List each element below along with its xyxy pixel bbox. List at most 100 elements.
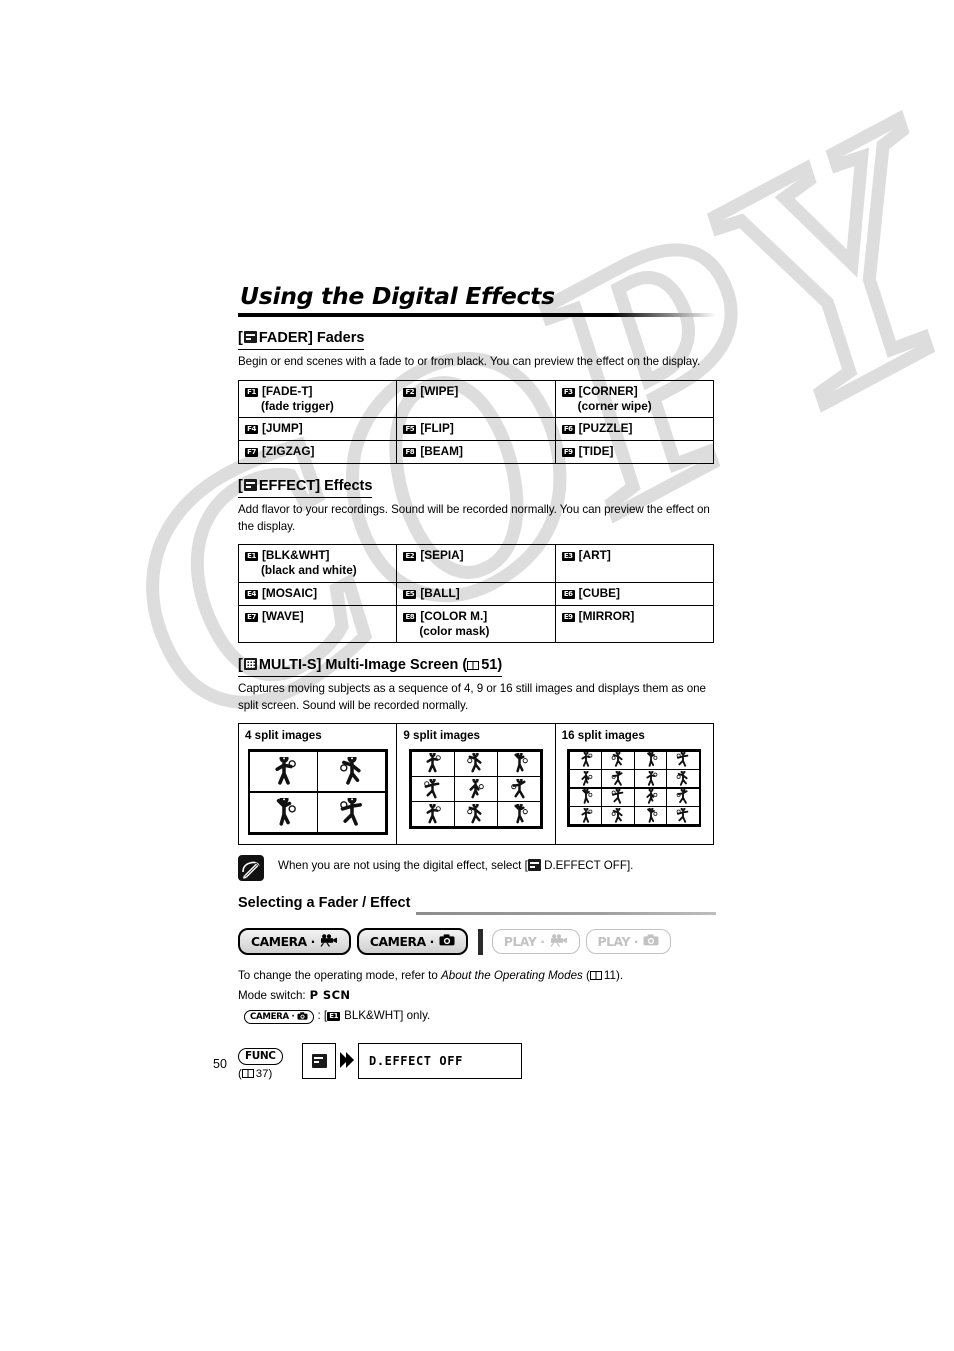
fader-option-cell: F3 [CORNER] (corner wipe) xyxy=(554,379,715,419)
operating-modes-page: 11 xyxy=(603,969,616,983)
camera-photo-pill: CAMERA · xyxy=(244,1010,315,1025)
option-badge: E6 xyxy=(561,589,575,599)
fader-option-cell: F6 [PUZZLE] xyxy=(554,417,715,442)
split-cell xyxy=(249,791,319,834)
mode-button-play-photo[interactable]: PLAY · xyxy=(585,929,672,955)
mode-button-play-movie[interactable]: PLAY · xyxy=(491,929,580,955)
mode-button-label: PLAY · xyxy=(503,934,545,949)
effect-option-cell: E1 [BLK&WHT] (black and white) xyxy=(237,544,398,583)
operating-modes-italic: About the Operating Modes xyxy=(441,969,583,983)
book-icon xyxy=(467,658,480,670)
option-badge: F1 xyxy=(245,387,258,397)
option-label: [MIRROR] xyxy=(578,608,635,623)
split-cell xyxy=(453,750,499,777)
book-icon xyxy=(241,1069,254,1079)
movie-camera-icon xyxy=(550,934,568,950)
option-label: [MOSAIC] xyxy=(262,585,318,600)
func-flow-row: FUNC (37) D.EFFECT OFF xyxy=(238,1043,716,1080)
camera-photo-pill-label: CAMERA · xyxy=(250,1012,295,1023)
split-9-wrap xyxy=(403,749,548,830)
option-badge: E8 xyxy=(403,612,417,622)
option-badge: F8 xyxy=(403,448,417,458)
split-16-label: 16 split images xyxy=(561,729,645,743)
effect-description: Add flavor to your recordings. Sound wil… xyxy=(238,503,710,533)
split-images-table: 4 split images 9 split images 16 split i… xyxy=(237,723,715,846)
split-cell xyxy=(568,806,603,826)
split-cell xyxy=(568,769,603,789)
multi-screen-icon xyxy=(243,657,257,670)
multis-description: Captures moving subjects as a sequence o… xyxy=(238,682,706,712)
movie-camera-icon xyxy=(320,934,338,950)
split-9-label: 9 split images xyxy=(403,729,481,743)
table-row: E4 [MOSAIC] E5 [BALL] E6 [CUBE] xyxy=(237,581,715,606)
option-badge: F3 xyxy=(561,387,575,397)
option-label: [TIDE] xyxy=(578,444,614,459)
multis-heading-page-ref: 51 xyxy=(481,656,498,673)
effect-option-cell: E9 [MIRROR] xyxy=(554,604,715,643)
split-cell xyxy=(666,806,700,826)
option-label: [PUZZLE] xyxy=(578,421,633,436)
option-sublabel: (fade trigger) xyxy=(261,398,334,413)
split-cell xyxy=(666,769,700,789)
option-badge: E5 xyxy=(403,589,417,599)
effect-heading-name: EFFECT] xyxy=(258,478,321,495)
multis-heading-bracket: [ xyxy=(238,656,243,673)
effect-icon xyxy=(243,479,257,492)
mode-switch-value: P SCN xyxy=(309,988,351,1003)
option-label: [ART] xyxy=(578,548,611,563)
table-row: E7 [WAVE] E8 [COLOR M.] (color mask) E9 [MIR… xyxy=(237,604,715,643)
func-value-box[interactable]: D.EFFECT OFF xyxy=(358,1043,522,1080)
split-cell xyxy=(633,769,668,789)
split-cell xyxy=(568,750,603,770)
table-row: F1 [FADE-T] (fade trigger) F2 [WIPE] F3 [COR… xyxy=(237,379,715,419)
effect-option-cell: E6 [CUBE] xyxy=(554,581,715,606)
camera-only-text-before: : [ xyxy=(317,1009,328,1023)
mode-switch-line: Mode switch: P SCN xyxy=(238,987,716,1005)
func-icon-box[interactable] xyxy=(302,1043,336,1080)
mode-switch-label: Mode switch: xyxy=(238,989,306,1003)
option-label: [WAVE] xyxy=(262,608,304,623)
func-button[interactable]: FUNC xyxy=(238,1048,283,1066)
multis-section-heading: [MULTI-S] Multi-Image Screen (51) xyxy=(238,656,503,678)
split-9-cell: 9 split images xyxy=(396,723,556,846)
mode-button-label: CAMERA · xyxy=(369,934,434,949)
table-row: F4 [JUMP] F5 [FLIP] F6 [PUZZLE] xyxy=(237,417,715,442)
note-text-after: D.EFFECT OFF]. xyxy=(544,859,634,873)
page-content: Using the Digital Effects [FADER] Faders… xyxy=(237,282,716,1080)
split-cell xyxy=(633,750,668,770)
multis-heading-name: MULTI-S] xyxy=(258,656,322,673)
option-badge: E3 xyxy=(561,552,575,562)
option-badge: F2 xyxy=(403,387,417,397)
split-cell xyxy=(317,750,387,793)
option-label: [FLIP] xyxy=(420,421,454,436)
split-cell xyxy=(410,775,455,803)
selecting-heading-rule xyxy=(416,912,716,916)
option-label: [ZIGZAG] xyxy=(262,444,315,459)
split-16-grid xyxy=(567,749,702,828)
d-effect-off-icon xyxy=(527,859,541,872)
fader-option-cell: F8 [BEAM] xyxy=(396,440,556,465)
split-cell xyxy=(317,791,387,834)
mode-button-camera-movie[interactable]: CAMERA · xyxy=(238,928,351,956)
option-badge: F6 xyxy=(561,425,575,435)
effect-heading-suffix: Effects xyxy=(324,478,373,495)
effect-section-heading: [EFFECT] Effects xyxy=(238,478,373,499)
func-page-reference: (37) xyxy=(238,1068,273,1081)
mode-button-label: PLAY · xyxy=(597,934,639,949)
book-icon xyxy=(589,968,602,981)
effect-option-cell: E5 [BALL] xyxy=(396,581,556,606)
fader-option-cell: F2 [WIPE] xyxy=(396,379,556,419)
photo-camera-icon xyxy=(643,934,659,949)
table-row: E1 [BLK&WHT] (black and white) E2 [SEPIA] E… xyxy=(237,544,715,583)
option-badge: E7 xyxy=(245,612,258,622)
option-badge: F5 xyxy=(403,425,417,435)
split-cell xyxy=(568,787,603,807)
camera-only-text-after: BLK&WHT] only. xyxy=(344,1009,431,1023)
mode-button-camera-photo[interactable]: CAMERA · xyxy=(356,928,468,956)
split-cell xyxy=(497,750,542,777)
split-cell xyxy=(410,801,455,828)
multis-heading-close: ) xyxy=(497,656,503,673)
split-4-cell: 4 split images xyxy=(237,723,398,846)
split-cell xyxy=(666,750,700,770)
selecting-section-heading: Selecting a Fader / Effect xyxy=(238,895,411,912)
